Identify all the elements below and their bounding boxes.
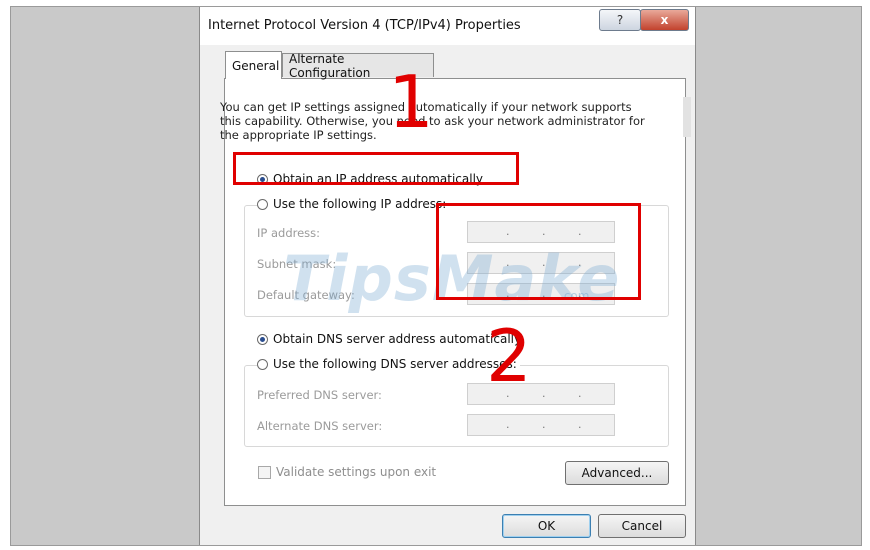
- use-following-ip-radio[interactable]: [257, 198, 268, 210]
- validate-settings-option[interactable]: Validate settings upon exit: [258, 465, 436, 479]
- annotation-box-ip-auto: [233, 152, 519, 185]
- tab-general[interactable]: General: [225, 51, 282, 79]
- obtain-dns-auto-radio[interactable]: [257, 333, 268, 345]
- obtain-dns-auto-label: Obtain DNS server address automatically: [273, 332, 522, 346]
- preferred-dns-label: Preferred DNS server:: [257, 388, 382, 402]
- alternate-dns-field[interactable]: ...: [467, 414, 615, 436]
- use-following-dns-radio[interactable]: [257, 358, 268, 370]
- annotation-box-ip-fields: [436, 203, 641, 300]
- scroll-strip: [683, 97, 691, 137]
- use-following-ip-label: Use the following IP address:: [273, 197, 447, 211]
- ip-address-label: IP address:: [257, 226, 321, 240]
- validate-settings-checkbox[interactable]: [258, 465, 271, 479]
- title-bar: Internet Protocol Version 4 (TCP/IPv4) P…: [200, 7, 695, 45]
- tab-general-label: General: [232, 58, 280, 73]
- use-following-dns-label: Use the following DNS server addresses:: [273, 357, 517, 371]
- cancel-button[interactable]: Cancel: [598, 514, 686, 538]
- help-button[interactable]: ?: [599, 9, 641, 31]
- close-button[interactable]: x: [640, 9, 689, 31]
- annotation-number-1: 1: [388, 60, 434, 144]
- alternate-dns-label: Alternate DNS server:: [257, 419, 383, 433]
- ok-button[interactable]: OK: [502, 514, 591, 538]
- use-following-dns-option[interactable]: Use the following DNS server addresses:: [257, 357, 520, 371]
- use-following-ip-option[interactable]: Use the following IP address:: [257, 197, 450, 211]
- window-title: Internet Protocol Version 4 (TCP/IPv4) P…: [208, 18, 521, 33]
- ok-button-label: OK: [537, 519, 556, 533]
- help-icon: ?: [616, 13, 624, 27]
- advanced-button-label: Advanced...: [581, 466, 653, 480]
- obtain-dns-auto-option[interactable]: Obtain DNS server address automatically: [257, 332, 521, 346]
- annotation-number-2: 2: [486, 314, 532, 398]
- advanced-button[interactable]: Advanced...: [565, 461, 669, 485]
- close-icon: x: [660, 13, 669, 27]
- validate-settings-label: Validate settings upon exit: [276, 465, 437, 479]
- cancel-button-label: Cancel: [621, 519, 663, 533]
